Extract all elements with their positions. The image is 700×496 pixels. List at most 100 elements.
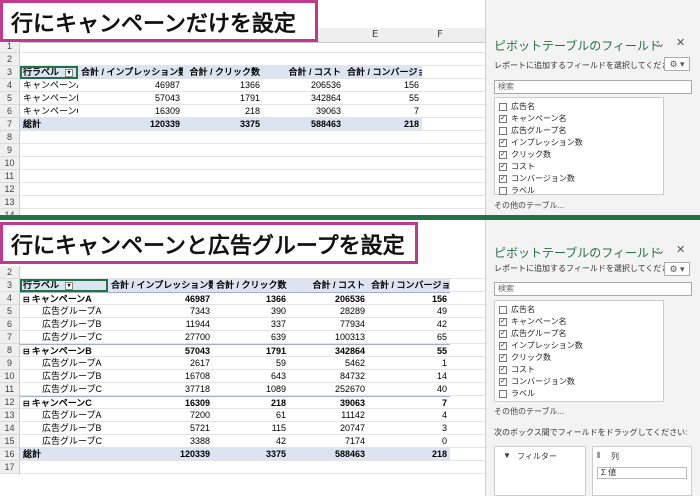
value-cell[interactable]: 390 xyxy=(213,305,289,318)
value-header[interactable]: 合計 / コスト xyxy=(263,66,344,79)
campaign-label[interactable]: キャンペーンC xyxy=(20,105,78,118)
field-item[interactable]: 広告グループ名 xyxy=(499,126,567,136)
grand-total-value[interactable]: 218 xyxy=(344,118,422,131)
checkbox-icon[interactable]: ✓ xyxy=(499,114,507,123)
empty-cell[interactable] xyxy=(20,131,485,144)
grand-total-value[interactable]: 3375 xyxy=(213,448,289,461)
grand-total-value[interactable]: 588463 xyxy=(289,448,368,461)
ad-group-label[interactable]: 広告グループA xyxy=(20,409,108,422)
grand-total-value[interactable]: 120339 xyxy=(78,118,183,131)
value-cell[interactable]: 1366 xyxy=(183,79,263,92)
row-number[interactable]: 13 xyxy=(0,409,20,422)
ad-group-label[interactable]: 広告グループC xyxy=(20,331,108,344)
value-cell[interactable]: 5721 xyxy=(108,422,213,435)
row-number[interactable]: 17 xyxy=(0,461,20,474)
row-number[interactable]: 6 xyxy=(0,105,20,118)
ad-group-label[interactable]: 広告グループB xyxy=(20,370,108,383)
value-cell[interactable]: 7 xyxy=(344,105,422,118)
values-chip[interactable]: Σ 値 xyxy=(597,467,687,479)
ad-group-label[interactable]: 広告グループB xyxy=(20,318,108,331)
value-cell[interactable]: 100313 xyxy=(289,331,368,344)
value-cell[interactable]: 55 xyxy=(368,344,450,357)
close-icon[interactable]: ✕ xyxy=(676,243,685,256)
value-cell[interactable]: 115 xyxy=(213,422,289,435)
row-number[interactable]: 11 xyxy=(0,170,20,183)
value-cell[interactable]: 1791 xyxy=(213,344,289,357)
value-cell[interactable]: 252670 xyxy=(289,383,368,396)
field-item[interactable]: ✓ クリック数 xyxy=(499,150,551,160)
row-number[interactable]: 13 xyxy=(0,196,20,209)
field-item[interactable]: ✓ インプレッション数 xyxy=(499,138,583,148)
checkbox-icon[interactable] xyxy=(499,186,507,195)
value-cell[interactable]: 1791 xyxy=(183,92,263,105)
value-cell[interactable]: 206536 xyxy=(289,292,368,305)
value-cell[interactable]: 342864 xyxy=(263,92,344,105)
col-header-F[interactable]: F xyxy=(425,29,455,40)
value-cell[interactable]: 639 xyxy=(213,331,289,344)
value-cell[interactable]: 11142 xyxy=(289,409,368,422)
row-labels-header[interactable]: 行ラベル ▾ xyxy=(20,279,108,292)
row-number[interactable]: 2 xyxy=(0,266,20,279)
row-number[interactable]: 10 xyxy=(0,157,20,170)
row-number[interactable]: 7 xyxy=(0,331,20,344)
value-cell[interactable]: 42 xyxy=(368,318,450,331)
empty-cell[interactable] xyxy=(20,266,485,279)
field-item[interactable]: ✓ キャンペーン名 xyxy=(499,114,567,124)
value-cell[interactable]: 218 xyxy=(183,105,263,118)
checkbox-icon[interactable]: ✓ xyxy=(499,150,507,159)
campaign-label[interactable]: キャンペーンA xyxy=(20,79,78,92)
value-header[interactable]: 合計 / コンバージョン数 xyxy=(344,66,422,79)
value-cell[interactable]: 0 xyxy=(368,435,450,448)
field-item[interactable]: ラベル xyxy=(499,389,535,399)
value-cell[interactable]: 39063 xyxy=(263,105,344,118)
value-cell[interactable]: 206536 xyxy=(263,79,344,92)
value-header[interactable]: 合計 / クリック数 xyxy=(183,66,263,79)
value-cell[interactable]: 2617 xyxy=(108,357,213,370)
row-number[interactable]: 4 xyxy=(0,79,20,92)
columns-area[interactable]: ⦀ 列 Σ 値 xyxy=(592,446,692,496)
value-cell[interactable]: 7174 xyxy=(289,435,368,448)
collapse-toggle-icon[interactable]: ⊟ xyxy=(23,295,30,304)
value-cell[interactable]: 57043 xyxy=(108,344,213,357)
ad-group-label[interactable]: 広告グループC xyxy=(20,383,108,396)
filter-dropdown-icon[interactable]: ▾ xyxy=(65,68,74,77)
value-cell[interactable]: 37718 xyxy=(108,383,213,396)
row-number[interactable]: 6 xyxy=(0,318,20,331)
value-cell[interactable]: 1 xyxy=(368,357,450,370)
checkbox-icon[interactable] xyxy=(499,305,507,314)
grand-total-value[interactable]: 3375 xyxy=(183,118,263,131)
value-cell[interactable]: 3 xyxy=(368,422,450,435)
value-header[interactable]: 合計 / インプレッション数 xyxy=(108,279,213,292)
value-cell[interactable]: 84732 xyxy=(289,370,368,383)
value-cell[interactable]: 156 xyxy=(368,292,450,305)
filter-area[interactable]: ▼ フィルター xyxy=(494,446,586,496)
col-header-E[interactable]: E xyxy=(360,29,390,40)
value-cell[interactable]: 4 xyxy=(368,409,450,422)
empty-cell[interactable] xyxy=(20,183,485,196)
row-number[interactable]: 3 xyxy=(0,279,20,292)
value-cell[interactable]: 49 xyxy=(368,305,450,318)
value-cell[interactable]: 337 xyxy=(213,318,289,331)
checkbox-icon[interactable]: ✓ xyxy=(499,353,507,362)
checkbox-icon[interactable] xyxy=(499,389,507,398)
field-item[interactable]: ✓ コンバージョン数 xyxy=(499,174,575,184)
value-cell[interactable]: 643 xyxy=(213,370,289,383)
value-header[interactable]: 合計 / インプレッション数 xyxy=(78,66,183,79)
value-cell[interactable]: 16309 xyxy=(78,105,183,118)
row-number[interactable]: 5 xyxy=(0,92,20,105)
checkbox-icon[interactable]: ✓ xyxy=(499,365,507,374)
value-cell[interactable]: 65 xyxy=(368,331,450,344)
value-cell[interactable]: 59 xyxy=(213,357,289,370)
field-item[interactable]: ✓ 広告グループ名 xyxy=(499,329,567,339)
field-item[interactable]: ✓ コスト xyxy=(499,365,535,375)
field-item[interactable]: ✓ インプレッション数 xyxy=(499,341,583,351)
value-cell[interactable]: 1089 xyxy=(213,383,289,396)
checkbox-icon[interactable]: ✓ xyxy=(499,341,507,350)
checkbox-icon[interactable] xyxy=(499,126,507,135)
more-tables-link[interactable]: その他のテーブル... xyxy=(494,406,564,417)
collapse-toggle-icon[interactable]: ⊟ xyxy=(23,347,30,356)
grand-total-label[interactable]: 総計 xyxy=(20,118,78,131)
value-cell[interactable]: 16708 xyxy=(108,370,213,383)
value-cell[interactable]: 16309 xyxy=(108,396,213,409)
checkbox-icon[interactable]: ✓ xyxy=(499,138,507,147)
